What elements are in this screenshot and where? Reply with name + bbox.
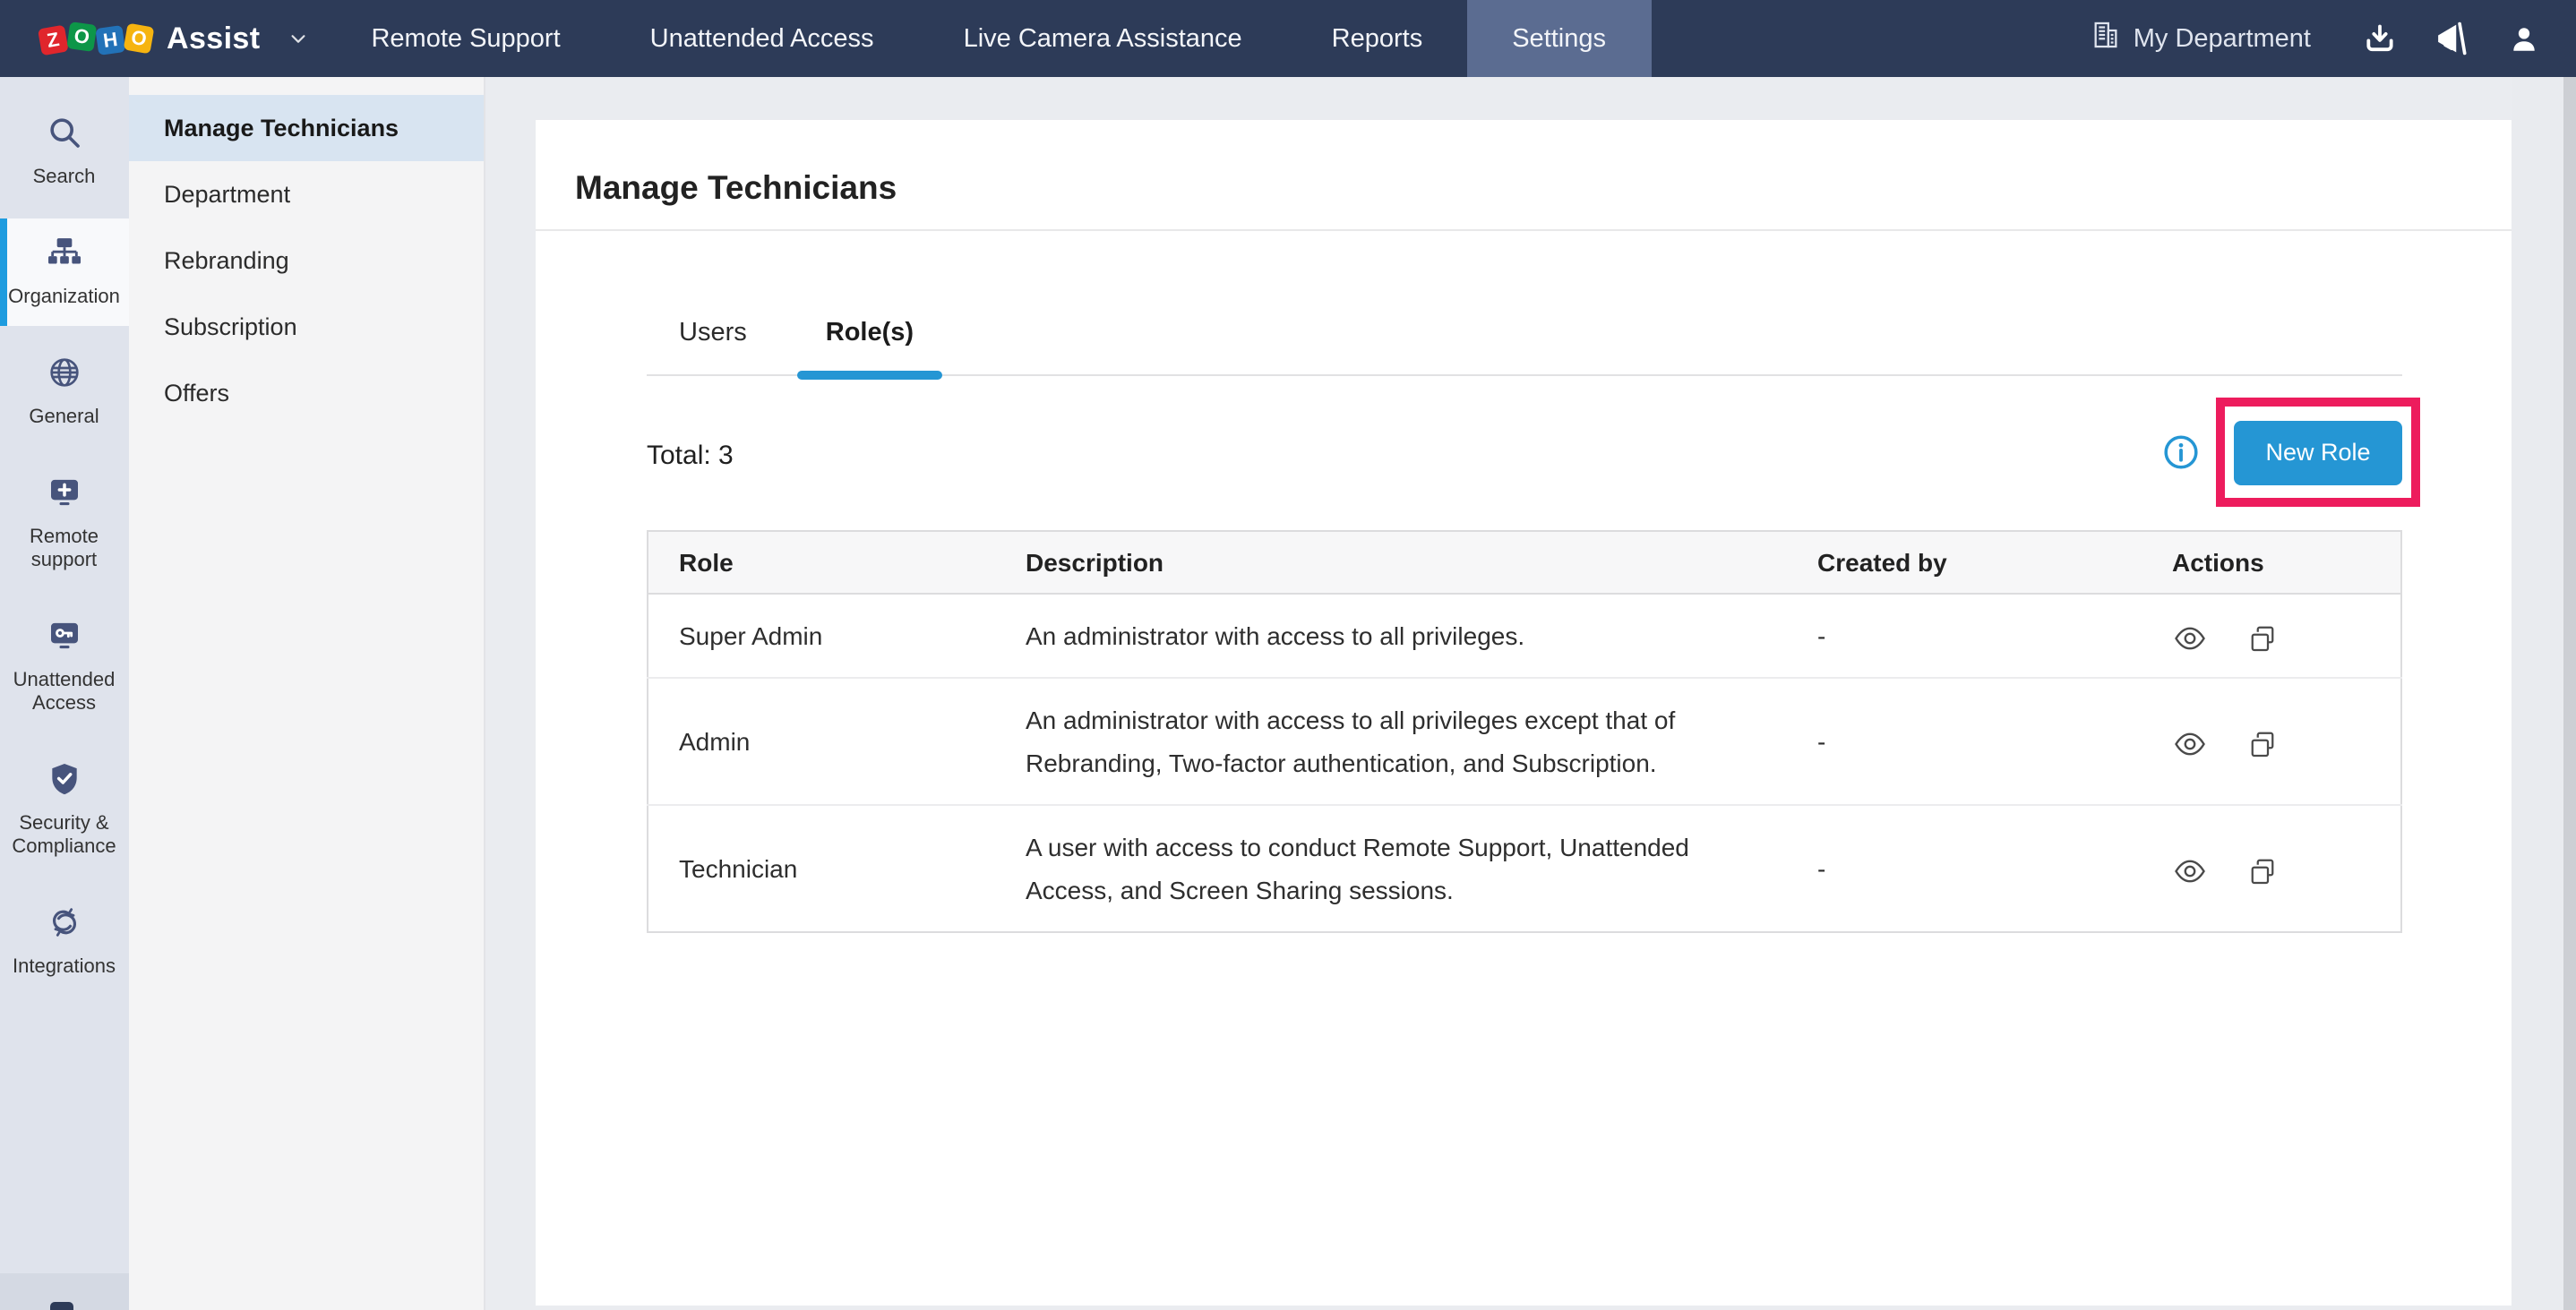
- row-actions: [2142, 679, 2400, 806]
- zoho-logo-icon: Z O H O: [39, 25, 152, 52]
- column-header-description: Description: [995, 532, 1787, 595]
- new-role-button[interactable]: New Role: [2234, 420, 2402, 484]
- download-icon[interactable]: [2363, 21, 2397, 56]
- roles-table: Role Description Created by Actions Supe…: [647, 531, 2401, 934]
- copy-icon[interactable]: [2247, 728, 2280, 760]
- submenu-item-rebranding[interactable]: Rebranding: [128, 227, 483, 294]
- role-description: A user with access to conduct Remote Sup…: [995, 806, 1787, 933]
- column-header-actions: Actions: [2142, 532, 2400, 595]
- nav-item-reports[interactable]: Reports: [1287, 0, 1468, 77]
- submenu-item-department[interactable]: Department: [128, 161, 483, 227]
- sidebar-item-label: Integrations: [13, 956, 116, 980]
- building-icon: [2091, 20, 2121, 57]
- table-row: Technician A user with access to conduct…: [648, 806, 2400, 933]
- nav-item-live-camera-assistance[interactable]: Live Camera Assistance: [919, 0, 1287, 77]
- role-description: An administrator with access to all priv…: [995, 679, 1787, 806]
- logo-letter: H: [95, 25, 125, 56]
- copy-icon[interactable]: [2247, 622, 2280, 655]
- sidebar-item-unattended-access[interactable]: Unattended Access: [0, 602, 128, 732]
- sidebar-item-label: General: [29, 407, 99, 430]
- logo-letter: Z: [38, 25, 69, 56]
- sidebar-item-label: Unattended Access: [4, 670, 125, 716]
- scrollbar-thumb[interactable]: [2563, 77, 2576, 1310]
- sidebar-item-label: Remote support: [4, 527, 125, 573]
- chevron-down-icon[interactable]: [288, 29, 308, 48]
- info-icon[interactable]: [2161, 434, 2199, 472]
- tab-users[interactable]: Users: [650, 291, 776, 375]
- nav-item-remote-support[interactable]: Remote Support: [326, 0, 605, 77]
- sidebar-item-search[interactable]: Search: [0, 98, 128, 206]
- main-content: Manage Technicians Users Role(s) Total: …: [485, 77, 2512, 1310]
- table-header-row: Role Description Created by Actions: [648, 532, 2400, 595]
- sidebar-item-integrations[interactable]: Integrations: [0, 888, 128, 996]
- copy-icon[interactable]: [2247, 855, 2280, 887]
- highlight-annotation: New Role: [2216, 398, 2420, 507]
- submenu-item-subscription[interactable]: Subscription: [128, 294, 483, 360]
- sidebar-item-remote-support[interactable]: Remote support: [0, 458, 128, 589]
- submenu-item-manage-technicians[interactable]: Manage Technicians: [128, 95, 483, 161]
- nav-item-settings[interactable]: Settings: [1467, 0, 1651, 77]
- sync-arrows-icon: [45, 904, 84, 947]
- zoho-assist-logo[interactable]: Z O H O Assist: [0, 0, 308, 77]
- org-chart-icon: [47, 235, 82, 278]
- role-description: An administrator with access to all priv…: [995, 595, 1787, 679]
- page-title: Manage Technicians: [536, 142, 2512, 232]
- total-count: Total: 3: [647, 441, 734, 472]
- department-selector[interactable]: My Department: [2091, 20, 2311, 57]
- view-icon[interactable]: [2172, 854, 2206, 888]
- column-header-role: Role: [648, 532, 995, 595]
- table-row: Admin An administrator with access to al…: [648, 679, 2400, 806]
- logo-letter: O: [66, 21, 97, 52]
- navbar-right: My Department: [2091, 0, 2576, 77]
- sidebar-item-label: Search: [33, 167, 96, 190]
- view-icon[interactable]: [2172, 621, 2206, 655]
- primary-nav: Remote Support Unattended Access Live Ca…: [326, 0, 1651, 77]
- sidebar-item-security-compliance[interactable]: Security & Compliance: [0, 745, 128, 876]
- monitor-plus-icon: [47, 475, 82, 518]
- row-actions: [2142, 806, 2400, 933]
- submenu-item-offers[interactable]: Offers: [128, 360, 483, 426]
- monitor-key-icon: [47, 618, 82, 661]
- scrollbar-track: [2512, 77, 2576, 1310]
- shield-check-icon: [47, 761, 82, 804]
- column-header-created-by: Created by: [1787, 532, 2142, 595]
- manage-technicians-card: Manage Technicians Users Role(s) Total: …: [536, 120, 2512, 1305]
- created-by: -: [1787, 806, 2142, 933]
- sidebar-item-label: Organization: [8, 287, 120, 310]
- role-name: Admin: [648, 679, 995, 806]
- sidebar-item-general[interactable]: General: [0, 338, 128, 446]
- settings-submenu: Manage Technicians Department Rebranding…: [128, 77, 485, 1310]
- product-name: Assist: [167, 21, 260, 56]
- search-icon: [47, 115, 82, 158]
- sidebar-footer: [0, 1272, 128, 1310]
- logo-letter: O: [124, 23, 155, 55]
- table-row: Super Admin An administrator with access…: [648, 595, 2400, 679]
- department-name: My Department: [2134, 24, 2311, 53]
- partial-footer-icon: [50, 1301, 73, 1310]
- role-name: Technician: [648, 806, 995, 933]
- roles-toolbar: Total: 3 New Role: [647, 377, 2401, 531]
- globe-icon: [47, 355, 82, 398]
- tab-bar: Users Role(s): [647, 291, 2401, 377]
- top-navbar: Z O H O Assist Remote Support Unattended…: [0, 0, 2576, 77]
- sidebar-item-label: Security & Compliance: [4, 813, 125, 860]
- row-actions: [2142, 595, 2400, 679]
- created-by: -: [1787, 595, 2142, 679]
- created-by: -: [1787, 679, 2142, 806]
- nav-item-unattended-access[interactable]: Unattended Access: [605, 0, 919, 77]
- account-icon[interactable]: [2508, 22, 2540, 55]
- tab-roles[interactable]: Role(s): [797, 291, 942, 375]
- role-name: Super Admin: [648, 595, 995, 679]
- icon-sidebar: Search Organization: [0, 77, 128, 1310]
- sidebar-item-organization[interactable]: Organization: [0, 218, 128, 326]
- view-icon[interactable]: [2172, 727, 2206, 761]
- app-window: Z O H O Assist Remote Support Unattended…: [0, 0, 2576, 1310]
- megaphone-icon[interactable]: [2433, 20, 2470, 57]
